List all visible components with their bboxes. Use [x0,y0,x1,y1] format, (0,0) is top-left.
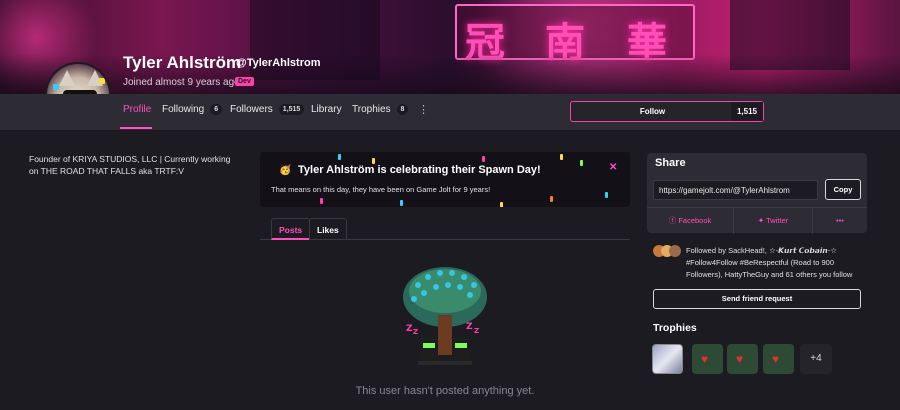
active-tab-indicator [120,127,152,129]
share-social-row: ⓕ Facebook ✦ Twitter ••• [647,207,867,234]
sleep-z: Z [474,327,479,335]
followed-by-text: Followed by SackHead!, ☆-𝙆𝙪𝙧𝙩 𝘾𝙤𝙗𝙖𝙞𝙣-☆ #… [686,246,853,279]
profile-name: Tyler Ahlström [123,53,242,72]
profile-bio: Founder of KRIYA STUDIOS, LLC | Currentl… [29,154,231,176]
sleep-z: Z [406,324,413,334]
following-count: 6 [210,104,223,115]
copy-button[interactable]: Copy [825,179,861,200]
facebook-share-button[interactable]: ⓕ Facebook [647,208,734,234]
close-icon[interactable]: ✕ [609,162,617,173]
tab-followers[interactable]: Followers 1,515 [230,104,305,115]
heart-icon: ♥ [701,352,709,366]
spawn-title: Tyler Ahlström is celebrating their Spaw… [298,164,541,176]
followers-count: 1,515 [278,104,305,115]
trophies-count: 8 [396,104,409,115]
dev-badge: Dev [235,77,254,86]
more-share-button[interactable]: ••• [813,208,867,234]
twitter-share-button[interactable]: ✦ Twitter [734,208,813,234]
facebook-icon: ⓕ [668,216,677,225]
spawn-day-card: 🥳 Tyler Ahlström is celebrating their Sp… [260,152,630,207]
joined-text: Joined almost 9 years ago [123,77,240,88]
follow-count: 1,515 [731,102,763,121]
more-trophies-button[interactable]: +4 [800,344,832,374]
tab-likes[interactable]: Likes [309,218,347,240]
profile-page: 冠南華 Tyler Ahlström @TylerAhlstrom Joined… [0,0,900,410]
follower-avatars [653,245,681,257]
feed-tabs: Posts Likes [260,218,630,240]
more-options-icon[interactable]: ⋮ [418,103,429,116]
trophy-thumbnail[interactable]: ♥ [763,344,794,374]
trophy-thumbnail[interactable]: ♥ [727,344,758,374]
tab-posts[interactable]: Posts [271,218,311,240]
trophies-heading: Trophies [653,322,697,334]
tab-library[interactable]: Library [311,104,342,115]
party-icon: 🥳 [279,165,292,176]
share-panel: Share https://gamejolt.com/@TylerAhlstro… [647,153,867,234]
spawn-text: That means on this day, they have been o… [271,185,491,194]
trophy-thumbnail[interactable] [652,344,683,374]
neon-sign: 冠南華 [455,4,695,66]
empty-state-text: This user hasn't posted anything yet. [355,385,535,397]
follow-button[interactable]: Follow 1,515 [570,101,764,122]
share-heading: Share [655,157,686,169]
tab-trophies[interactable]: Trophies 8 [352,104,409,115]
sleeping-tree-illustration: Z Z Z Z [403,267,487,365]
trophy-thumbnail[interactable]: ♥ [692,344,723,374]
sleep-z: Z [466,322,473,332]
tab-following[interactable]: Following 6 [162,104,223,115]
share-url-field[interactable]: https://gamejolt.com/@TylerAhlstrom [653,180,818,200]
tab-profile[interactable]: Profile [123,104,151,115]
follow-label: Follow [639,107,666,116]
sleep-z: Z [413,328,418,336]
send-friend-request-button[interactable]: Send friend request [653,289,861,309]
twitter-icon: ✦ [757,216,765,225]
profile-handle: @TylerAhlstrom [236,57,321,69]
heart-icon: ♥ [736,352,744,366]
heart-icon: ♥ [772,352,780,366]
